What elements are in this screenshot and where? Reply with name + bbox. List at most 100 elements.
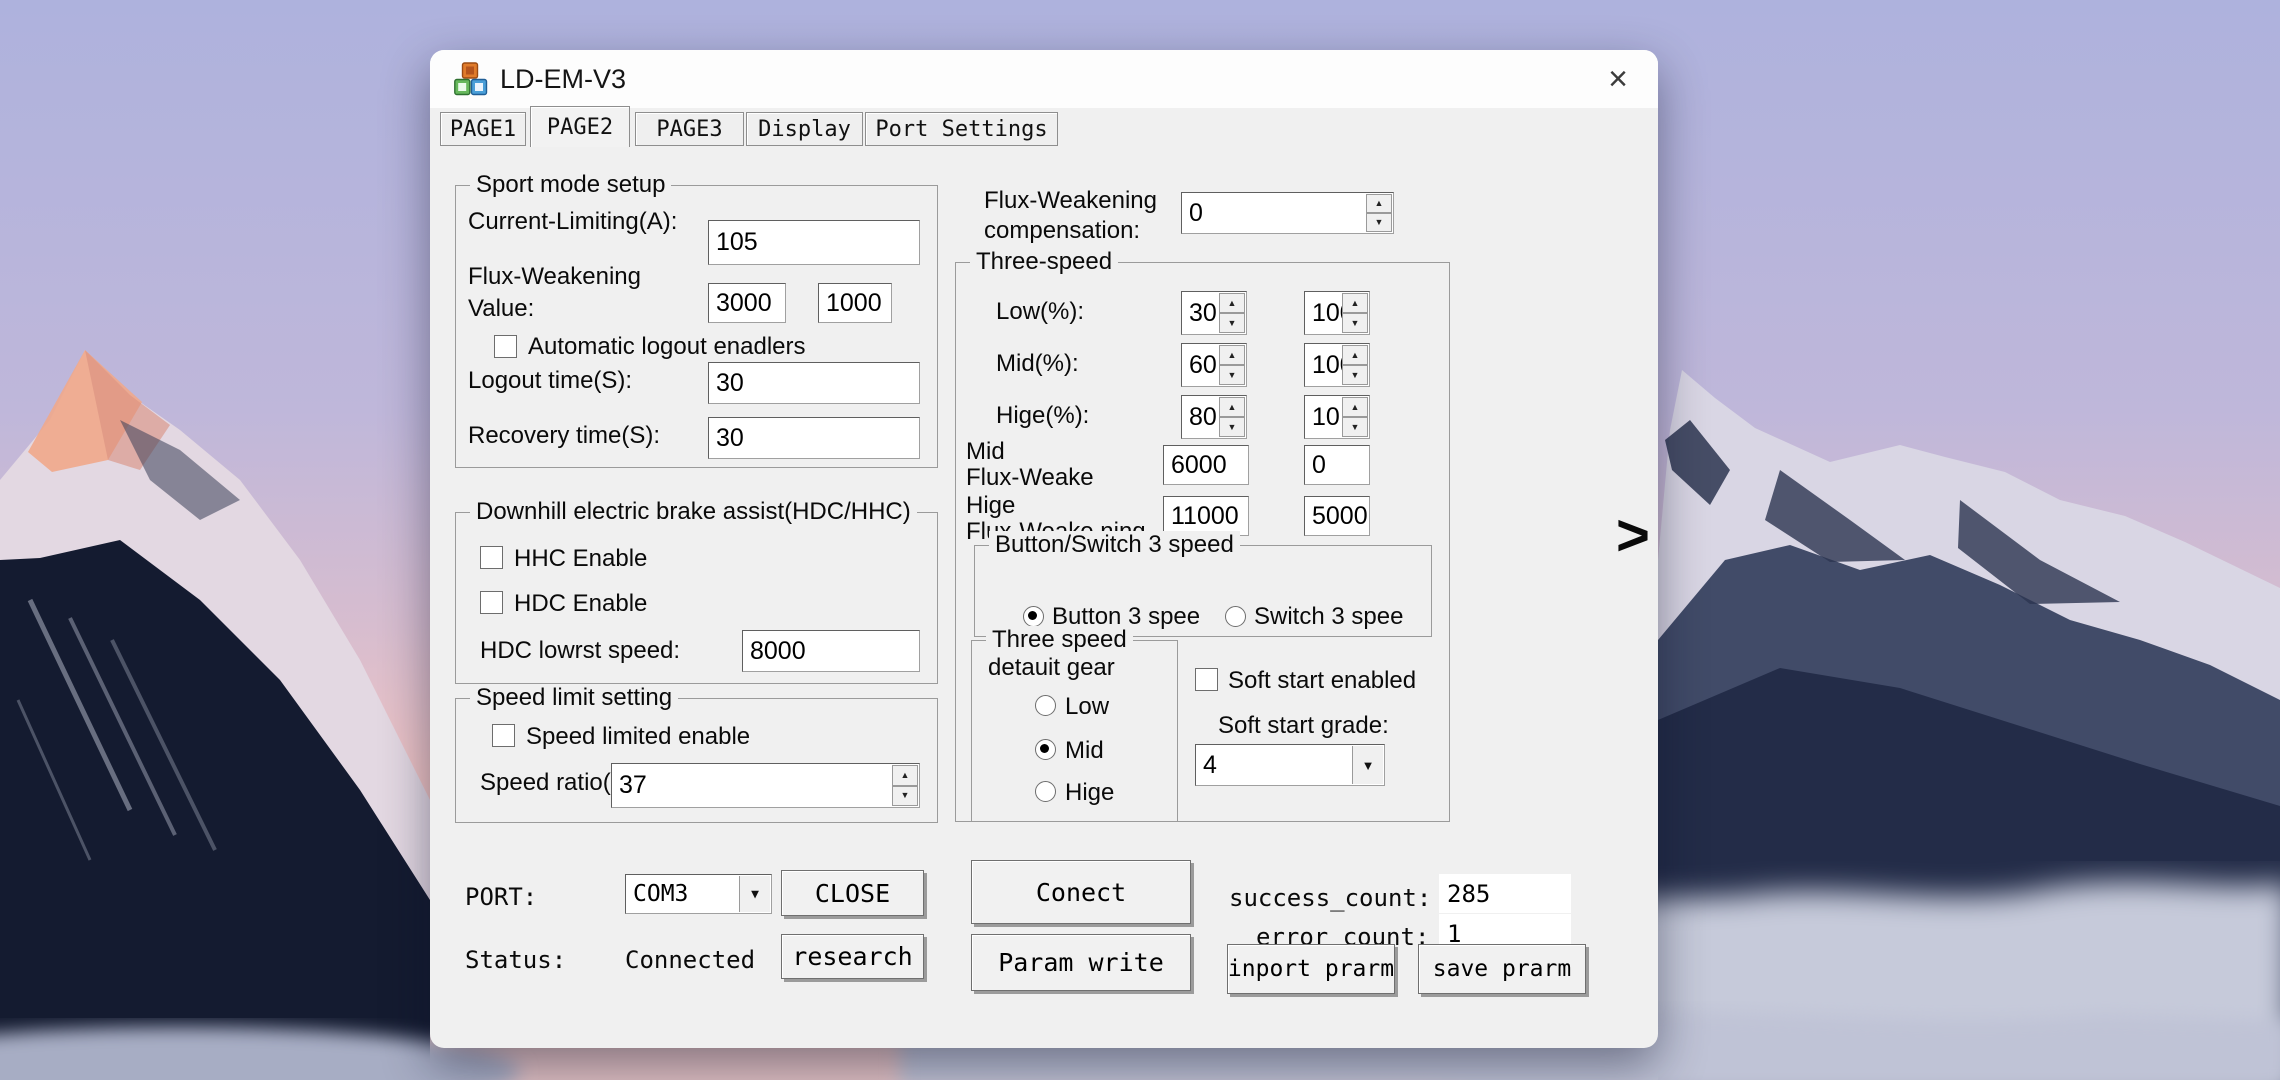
tab-page3[interactable]: PAGE3: [635, 112, 744, 146]
save-param-button[interactable]: save prarm: [1418, 944, 1586, 994]
hige-flux-label-line1: Hige: [966, 492, 1015, 520]
mid-percent-field-1[interactable]: 60 ▲▼: [1181, 343, 1247, 387]
soft-start-checkbox[interactable]: [1195, 668, 1218, 691]
spin-up-icon[interactable]: ▲: [1366, 194, 1392, 213]
tab-page2[interactable]: PAGE2: [530, 106, 630, 147]
window-title: LD-EM-V3: [500, 64, 626, 95]
current-limiting-field[interactable]: 105: [708, 220, 920, 265]
gear-mid-label: Mid: [1065, 737, 1104, 765]
import-param-button[interactable]: inport prarm: [1227, 944, 1395, 994]
soft-start-label: Soft start enabled: [1228, 667, 1416, 695]
low-value-1: 30: [1189, 299, 1217, 328]
close-port-button[interactable]: CLOSE: [781, 870, 924, 916]
flux-weakening-label-line1: Flux-Weakening: [468, 263, 641, 291]
hige-percent-field-2[interactable]: 10 ▲▼: [1304, 395, 1370, 439]
default-gear-title-line2: detauit gear: [988, 654, 1115, 682]
hdc-lowrst-label: HDC lowrst speed:: [480, 637, 680, 665]
hige-value-2: 10: [1312, 403, 1340, 432]
spin-down-icon[interactable]: ▼: [1342, 313, 1368, 333]
port-dropdown[interactable]: COM3 ▼: [625, 874, 772, 914]
logout-time-label: Logout time(S):: [468, 367, 632, 395]
spin-down-icon[interactable]: ▼: [1366, 213, 1392, 232]
next-page-arrow[interactable]: >: [1616, 502, 1650, 569]
success-count-label: success_count:: [1229, 884, 1431, 912]
spin-down-icon[interactable]: ▼: [892, 786, 918, 807]
flux-weakening-field-2[interactable]: 1000: [818, 283, 892, 323]
speed-limited-label: Speed limited enable: [526, 723, 750, 751]
param-write-button[interactable]: Param write: [971, 934, 1191, 991]
hhc-enable-checkbox[interactable]: [480, 546, 503, 569]
spin-up-icon[interactable]: ▲: [1219, 293, 1245, 313]
mid-flux-label-line2: Flux-Weake: [966, 464, 1094, 492]
chevron-down-icon[interactable]: ▼: [1352, 746, 1383, 784]
app-icon: [454, 62, 488, 96]
speed-ratio-field[interactable]: 37 ▲▼: [611, 763, 920, 808]
hdc-enable-checkbox[interactable]: [480, 591, 503, 614]
flux-comp-field[interactable]: 0 ▲▼: [1181, 192, 1394, 234]
speed-ratio-spinner: ▲▼: [892, 765, 918, 806]
recovery-time-field[interactable]: 30: [708, 417, 920, 459]
spin-up-icon[interactable]: ▲: [1219, 397, 1245, 417]
research-button[interactable]: research: [781, 934, 924, 979]
soft-start-grade-dropdown[interactable]: 4 ▼: [1195, 744, 1385, 786]
spinner: ▲▼: [1219, 397, 1245, 437]
spin-down-icon[interactable]: ▼: [1219, 417, 1245, 437]
spinner: ▲▼: [1219, 345, 1245, 385]
connect-button[interactable]: Conect: [971, 860, 1191, 924]
flux-weakening-label-line2: Value:: [468, 295, 534, 323]
spin-down-icon[interactable]: ▼: [1342, 365, 1368, 385]
speed-limited-checkbox[interactable]: [492, 724, 515, 747]
tab-display[interactable]: Display: [746, 112, 863, 146]
spin-down-icon[interactable]: ▼: [1219, 365, 1245, 385]
button-3-speed-radio[interactable]: [1023, 606, 1044, 627]
flux-comp-value: 0: [1189, 199, 1203, 228]
port-label: PORT:: [465, 883, 537, 911]
flux-weakening-field-1[interactable]: 3000: [708, 283, 786, 323]
hdc-lowrst-field[interactable]: 8000: [742, 630, 920, 672]
mid-flux-field-1[interactable]: 6000: [1163, 445, 1249, 485]
hige-flux-field-2[interactable]: 5000: [1304, 496, 1370, 536]
spin-up-icon[interactable]: ▲: [1342, 345, 1368, 365]
success-count-field[interactable]: 285: [1439, 874, 1571, 913]
three-speed-group-title: Three-speed: [970, 248, 1118, 276]
auto-logout-label: Automatic logout enadlers: [528, 333, 806, 361]
low-percent-field-1[interactable]: 30 ▲▼: [1181, 291, 1247, 335]
mid-flux-field-2[interactable]: 0: [1304, 445, 1370, 485]
auto-logout-checkbox[interactable]: [494, 335, 517, 358]
low-percent-label: Low(%):: [996, 298, 1084, 326]
chevron-down-icon[interactable]: ▼: [739, 876, 770, 912]
default-gear-group-title: Three speed: [986, 626, 1133, 654]
status-label: Status:: [465, 946, 566, 974]
speed-ratio-value: 37: [619, 771, 647, 800]
spin-down-icon[interactable]: ▼: [1219, 313, 1245, 333]
gear-hige-label: Hige: [1065, 779, 1114, 807]
spin-down-icon[interactable]: ▼: [1342, 417, 1368, 437]
tab-port-settings[interactable]: Port Settings: [865, 112, 1058, 146]
spinner: ▲▼: [1342, 345, 1368, 385]
recovery-time-label: Recovery time(S):: [468, 422, 660, 450]
spin-up-icon[interactable]: ▲: [1342, 293, 1368, 313]
tab-page1[interactable]: PAGE1: [440, 112, 526, 146]
spinner: ▲▼: [1219, 293, 1245, 333]
gear-low-radio[interactable]: [1035, 695, 1056, 716]
close-icon[interactable]: ×: [1596, 58, 1640, 100]
spin-up-icon[interactable]: ▲: [1342, 397, 1368, 417]
flux-comp-label-line1: Flux-Weakening: [984, 187, 1157, 215]
low-percent-field-2[interactable]: 100 ▲▼: [1304, 291, 1370, 335]
spin-up-icon[interactable]: ▲: [1219, 345, 1245, 365]
spin-up-icon[interactable]: ▲: [892, 765, 918, 786]
hige-percent-field-1[interactable]: 80 ▲▼: [1181, 395, 1247, 439]
soft-start-grade-value: 4: [1203, 751, 1217, 780]
hige-percent-label: Hige(%):: [996, 402, 1089, 430]
mid-percent-field-2[interactable]: 100 ▲▼: [1304, 343, 1370, 387]
logout-time-field[interactable]: 30: [708, 362, 920, 404]
gear-mid-radio[interactable]: [1035, 739, 1056, 760]
spinner: ▲▼: [1342, 397, 1368, 437]
current-limiting-label: Current-Limiting(A):: [468, 208, 677, 236]
switch-3-speed-radio[interactable]: [1225, 606, 1246, 627]
status-value: Connected: [625, 946, 755, 974]
hige-flux-field-1[interactable]: 11000: [1163, 496, 1249, 536]
gear-hige-radio[interactable]: [1035, 781, 1056, 802]
hdc-enable-label: HDC Enable: [514, 590, 647, 618]
flux-comp-spinner: ▲▼: [1366, 194, 1392, 232]
